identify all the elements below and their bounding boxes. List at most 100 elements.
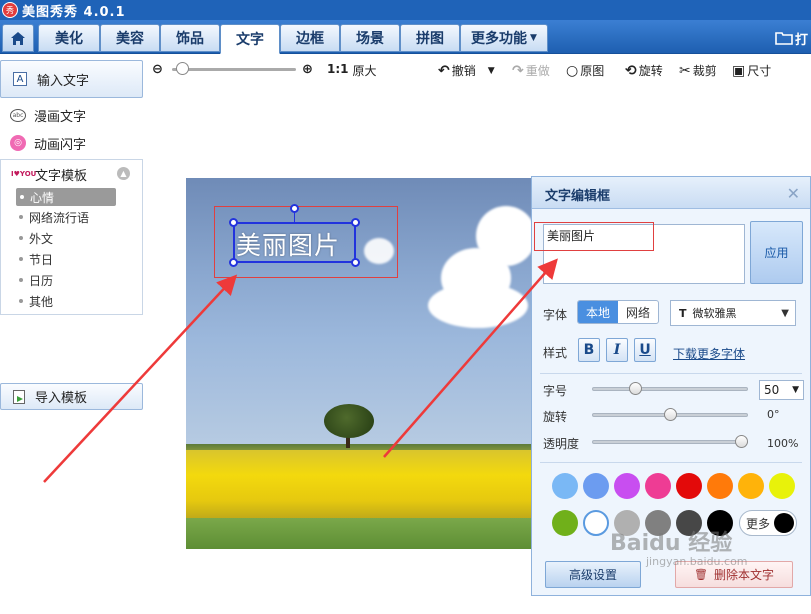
template-item-label: 网络流行语 [29, 210, 90, 225]
import-template-button[interactable]: 导入模板 [0, 383, 143, 410]
divider [540, 373, 802, 374]
rotate-button[interactable]: ⟲ 旋转 [625, 62, 663, 79]
resize-icon: ▣ [732, 62, 746, 79]
bullet-icon [19, 257, 23, 261]
color-swatch[interactable] [552, 473, 578, 499]
input-text-button[interactable]: A 输入文字 [0, 60, 143, 98]
color-swatch[interactable] [583, 510, 609, 536]
import-label: 导入模板 [35, 391, 88, 406]
template-item-label: 节日 [29, 252, 54, 267]
open-button[interactable]: 打 [775, 24, 811, 52]
font-family-select[interactable]: T 微软雅黑 ▼ [670, 300, 796, 326]
delete-text-label: 删除本文字 [713, 568, 774, 582]
template-item-mood[interactable]: 心情 [16, 188, 116, 206]
zoom-in-icon[interactable]: ⊕ [302, 62, 313, 77]
resize-handle-top-left[interactable] [229, 218, 238, 227]
color-swatch[interactable] [738, 473, 764, 499]
app-title: 美图秀秀 4.0.1 [22, 4, 126, 20]
template-item-label: 日历 [29, 273, 54, 288]
size-label: 字号 [543, 384, 568, 398]
resize-handle-bottom-left[interactable] [229, 258, 238, 267]
crop-button[interactable]: ✂ 裁剪 [679, 62, 717, 79]
rotate-handle[interactable] [290, 204, 299, 213]
sidebar-item-flash-text[interactable]: ◎ 动画闪字 [10, 133, 86, 153]
tab-beautify[interactable]: 美化 [38, 24, 100, 52]
original-image-button[interactable]: ○ 原图 [566, 62, 604, 79]
template-item-label: 外文 [29, 231, 54, 246]
color-swatch[interactable] [583, 473, 609, 499]
zoom-out-icon[interactable]: ⊖ [152, 62, 163, 77]
home-icon [11, 31, 25, 45]
more-features-button[interactable]: 更多功能 ▼ [460, 24, 548, 52]
rotate-slider-thumb[interactable] [663, 408, 677, 421]
color-swatch[interactable] [645, 473, 671, 499]
color-swatch[interactable] [676, 473, 702, 499]
color-swatch[interactable] [614, 473, 640, 499]
color-swatch[interactable] [769, 473, 795, 499]
app-logo-icon: 秀 [2, 2, 18, 18]
zoom-slider[interactable] [172, 68, 296, 71]
template-item-internet-slang[interactable]: 网络流行语 [19, 208, 89, 226]
zoom-slider-thumb[interactable] [176, 62, 190, 75]
collapse-icon[interactable]: ▲ [117, 167, 130, 180]
dialog-header: 文字编辑框 ✕ [532, 177, 810, 209]
rotate-value: 0° [767, 408, 780, 421]
apply-button[interactable]: 应用 [750, 221, 803, 284]
template-item-foreign[interactable]: 外文 [19, 229, 53, 247]
i-love-you-icon: I♥YOU [11, 170, 36, 178]
underline-button[interactable]: U [634, 338, 656, 362]
resize-handle-top-right[interactable] [351, 218, 360, 227]
template-item-other[interactable]: 其他 [19, 292, 53, 310]
tab-makeup[interactable]: 美容 [100, 24, 160, 52]
tab-text[interactable]: 文字 [220, 24, 280, 54]
crop-scissors-icon: ✂ [679, 62, 691, 79]
input-text-label: 输入文字 [37, 73, 90, 89]
redo-button[interactable]: ↷ 重做 [512, 62, 550, 79]
trash-icon: 🗑 [694, 568, 708, 581]
font-size-select[interactable]: 50 ▼ [759, 380, 804, 400]
color-swatch[interactable] [707, 473, 733, 499]
opacity-slider[interactable] [592, 440, 748, 444]
original-size-ratio: 1:1 [327, 62, 349, 76]
sidebar-item-comic-text[interactable]: abc 漫画文字 [10, 105, 86, 125]
tab-frame[interactable]: 边框 [280, 24, 340, 52]
undo-dropdown-icon[interactable]: ▼ [488, 66, 495, 76]
undo-button[interactable]: ↶ 撤销 ▼ [438, 62, 495, 79]
font-label: 字体 [543, 308, 568, 322]
resize-handle-bottom-right[interactable] [351, 258, 360, 267]
text-a-icon: A [13, 72, 27, 86]
font-family-value: 微软雅黑 [692, 307, 737, 320]
opacity-slider-thumb[interactable] [735, 435, 748, 448]
color-swatch[interactable] [552, 510, 578, 536]
size-slider[interactable] [592, 387, 748, 391]
tab-collage[interactable]: 拼图 [400, 24, 460, 52]
bullet-icon [19, 278, 23, 282]
folder-icon [775, 32, 793, 45]
template-item-calendar[interactable]: 日历 [19, 271, 53, 289]
template-item-label: 其他 [29, 294, 54, 309]
resize-button[interactable]: ▣ 尺寸 [732, 62, 771, 79]
chevron-down-icon: ▼ [781, 307, 789, 319]
original-size-button[interactable]: 1:1 原大 [327, 62, 377, 79]
template-item-label: 心情 [30, 190, 55, 205]
i-love-you-label: I♥YOU [11, 170, 37, 178]
photo-tree [324, 404, 374, 438]
undo-icon: ↶ [438, 62, 450, 79]
download-more-fonts-link[interactable]: 下载更多字体 [673, 345, 745, 362]
watermark-text: Baidu 经验 [610, 531, 733, 556]
font-source-local[interactable]: 本地 [578, 301, 618, 323]
font-source-web[interactable]: 网络 [618, 301, 658, 323]
text-sticker[interactable]: 美丽图片 [236, 226, 340, 262]
template-item-holiday[interactable]: 节日 [19, 250, 53, 268]
size-slider-thumb[interactable] [629, 382, 643, 395]
home-button[interactable] [2, 24, 34, 52]
baidu-watermark-url: jingyan.baidu.com [646, 555, 748, 568]
close-icon[interactable]: ✕ [787, 184, 800, 203]
advanced-settings-button[interactable]: 高级设置 [545, 561, 641, 588]
more-colors-button[interactable]: 更多 [739, 510, 797, 536]
bold-button[interactable]: B [578, 338, 600, 362]
tab-accessories[interactable]: 饰品 [160, 24, 220, 52]
tab-scene[interactable]: 场景 [340, 24, 400, 52]
text-template-header[interactable]: I♥YOU 文字模板 [11, 164, 87, 184]
italic-button[interactable]: I [606, 338, 628, 362]
